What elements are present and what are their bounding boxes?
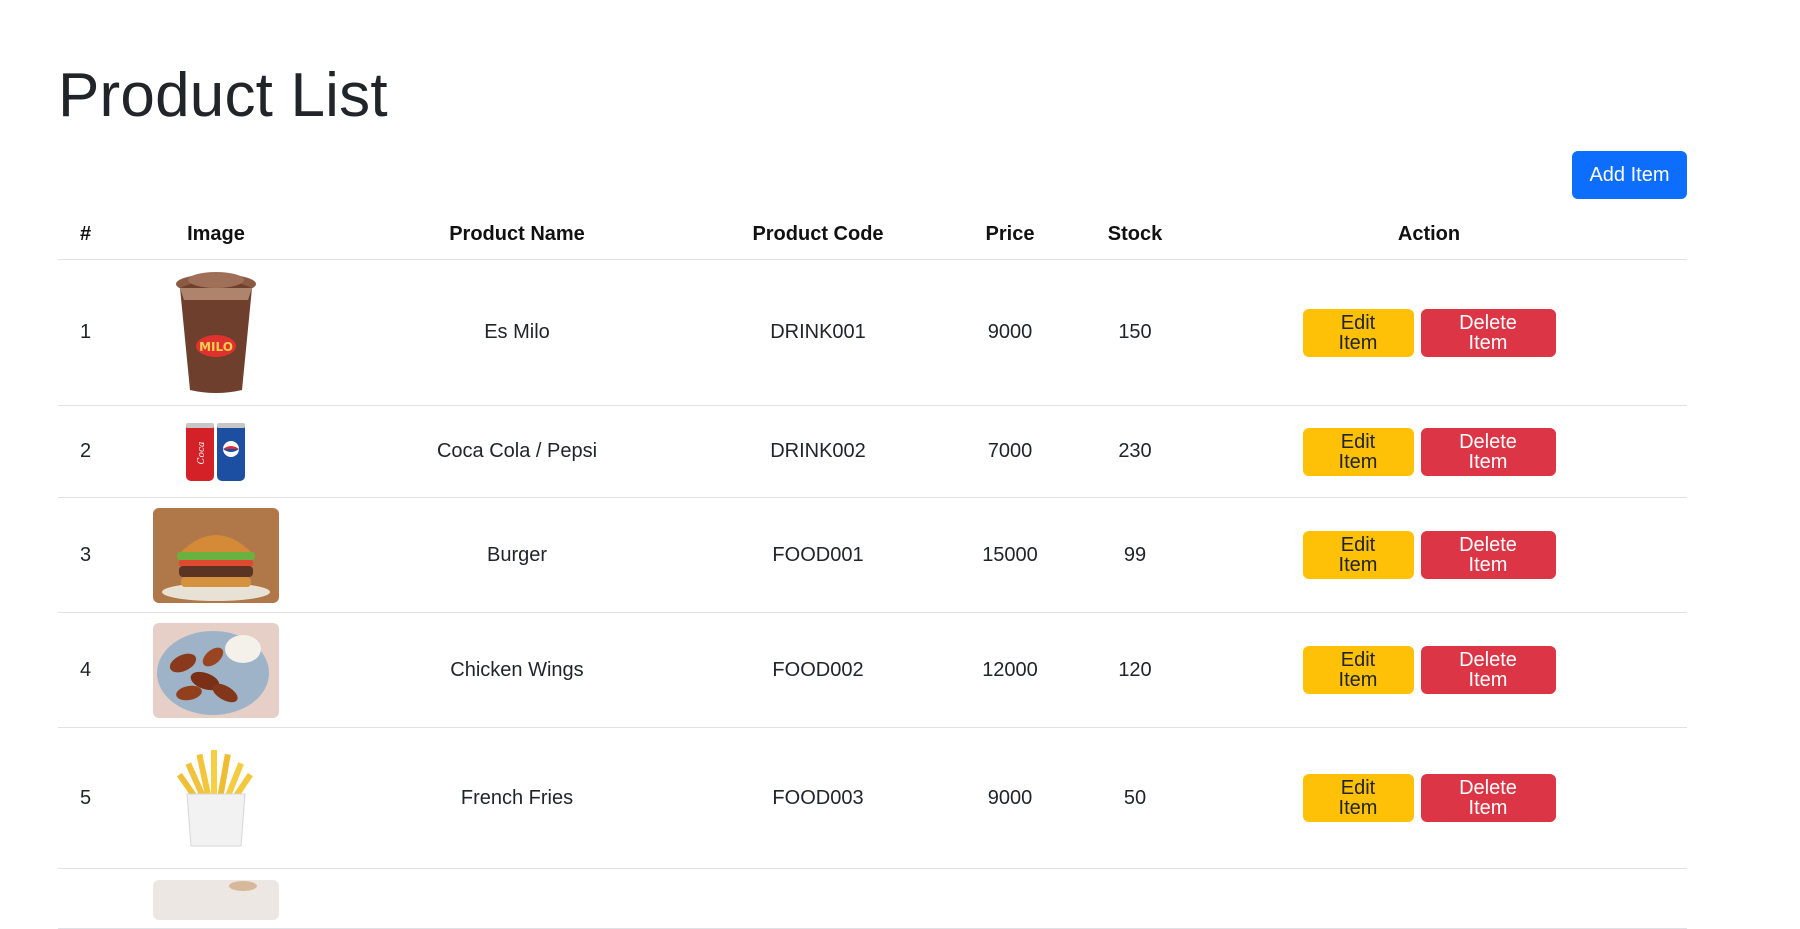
header-action: Action [1171,209,1687,260]
svg-text:Coca: Coca [197,441,207,464]
header-number: # [58,209,113,260]
table-row [58,868,1687,929]
row-number: 2 [58,405,113,498]
table-row: 5 French Fries FOOD003 9000 50 Edit Item… [58,727,1687,869]
soda-cans-image: Coca [184,419,248,485]
table-row: 3 Burger FOOD001 15000 99 Edit Item Dele… [58,497,1687,613]
delete-item-button[interactable]: Delete Item [1420,774,1556,822]
food-image [153,880,279,920]
delete-item-button[interactable]: Delete Item [1420,308,1556,357]
row-number: 4 [58,612,113,728]
product-table: # Image Product Name Product Code Price … [58,209,1687,929]
header-price: Price [921,209,1099,260]
chicken-wings-image [153,622,279,718]
product-price: 9000 [921,259,1099,406]
product-name: Es Milo [319,259,715,406]
product-stock: 120 [1099,612,1171,728]
product-price: 15000 [921,497,1099,613]
header-stock: Stock [1099,209,1171,260]
product-stock: 99 [1099,497,1171,613]
header-product-code: Product Code [715,209,921,260]
burger-image [153,507,279,603]
product-name: Coca Cola / Pepsi [319,405,715,498]
edit-item-button[interactable]: Edit Item [1302,646,1414,694]
product-stock: 230 [1099,405,1171,498]
french-fries-image [171,748,261,848]
table-row: 4 Chicken Wings FOOD002 12000 120 Edit I… [58,612,1687,728]
delete-item-button[interactable]: Delete Item [1420,646,1556,694]
product-name: French Fries [319,727,715,869]
product-price: 12000 [921,612,1099,728]
edit-item-button[interactable]: Edit Item [1302,308,1414,357]
row-number: 1 [58,259,113,406]
milo-drink-image: MILO [170,270,262,396]
product-price: 9000 [921,727,1099,869]
delete-item-button[interactable]: Delete Item [1420,531,1556,579]
product-code: FOOD003 [715,727,921,869]
product-stock: 50 [1099,727,1171,869]
product-code: FOOD002 [715,612,921,728]
product-price: 7000 [921,405,1099,498]
page-title: Product List [58,61,388,130]
product-code: DRINK001 [715,259,921,406]
table-row: 2 Coca Coca Cola / Pepsi DRINK002 7000 2… [58,405,1687,498]
add-item-button[interactable]: Add Item [1572,151,1687,199]
delete-item-button[interactable]: Delete Item [1420,427,1556,476]
table-header-row: # Image Product Name Product Code Price … [58,209,1687,260]
row-number: 3 [58,497,113,613]
product-name: Chicken Wings [319,612,715,728]
svg-text:MILO: MILO [199,340,233,354]
product-stock: 150 [1099,259,1171,406]
table-row: 1 MILO Es Milo DRINK001 9000 150 Edit It… [58,259,1687,406]
row-number: 5 [58,727,113,869]
header-product-name: Product Name [319,209,715,260]
header-image: Image [113,209,319,260]
product-code: DRINK002 [715,405,921,498]
edit-item-button[interactable]: Edit Item [1302,531,1414,579]
edit-item-button[interactable]: Edit Item [1302,774,1414,822]
product-name: Burger [319,497,715,613]
edit-item-button[interactable]: Edit Item [1302,427,1414,476]
product-code: FOOD001 [715,497,921,613]
